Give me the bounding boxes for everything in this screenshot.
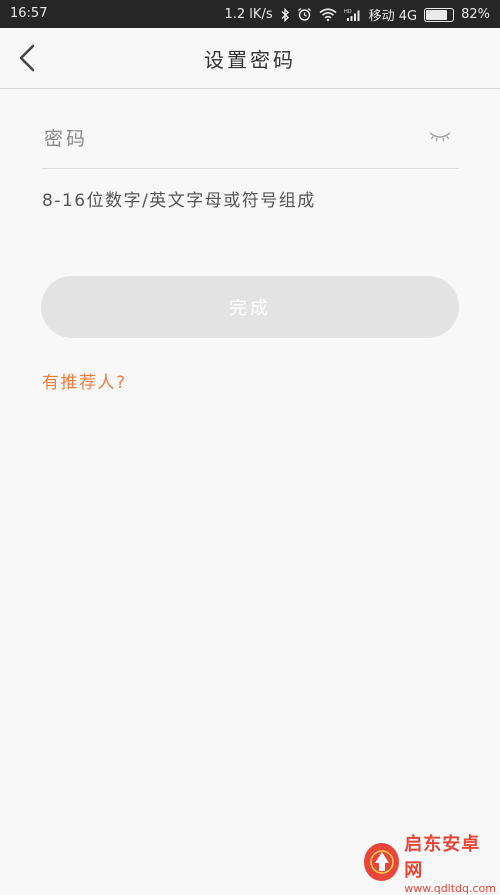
done-button[interactable]: 完成 bbox=[41, 276, 459, 338]
carrier-label: 移动 4G bbox=[368, 9, 418, 24]
svg-text:HD: HD bbox=[344, 9, 352, 15]
status-bar: 16:57 1.2 lK/s HD 移动 4G 82% bbox=[0, 0, 500, 28]
watermark-url: www.qdltdq.com bbox=[404, 881, 496, 895]
network-speed: 1.2 lK/s bbox=[224, 7, 273, 22]
watermark-logo bbox=[364, 843, 400, 881]
referrer-link[interactable]: 有推荐人? bbox=[42, 368, 127, 393]
app-header: 设置密码 bbox=[0, 28, 500, 89]
password-visibility-toggle[interactable] bbox=[427, 128, 453, 146]
watermark-brand: 启东安卓网 bbox=[404, 833, 481, 881]
wifi-icon bbox=[319, 8, 337, 21]
eye-closed-icon bbox=[429, 132, 451, 142]
status-time: 16:57 bbox=[10, 6, 48, 21]
status-icons: 1.2 lK/s HD 移动 4G 82% bbox=[225, 5, 491, 24]
battery-percent: 82% bbox=[461, 7, 490, 22]
alarm-icon bbox=[297, 7, 312, 22]
battery-icon bbox=[424, 7, 455, 22]
password-input[interactable] bbox=[42, 120, 406, 158]
page-title: 设置密码 bbox=[204, 48, 296, 72]
password-field-row bbox=[42, 112, 459, 169]
bluetooth-icon bbox=[280, 7, 290, 22]
password-hint: 8-16位数字/英文字母或符号组成 bbox=[42, 191, 316, 211]
site-watermark: 启东安卓网 www.qdltdq.com bbox=[364, 834, 496, 895]
hd-signal-icon: HD bbox=[344, 8, 362, 22]
